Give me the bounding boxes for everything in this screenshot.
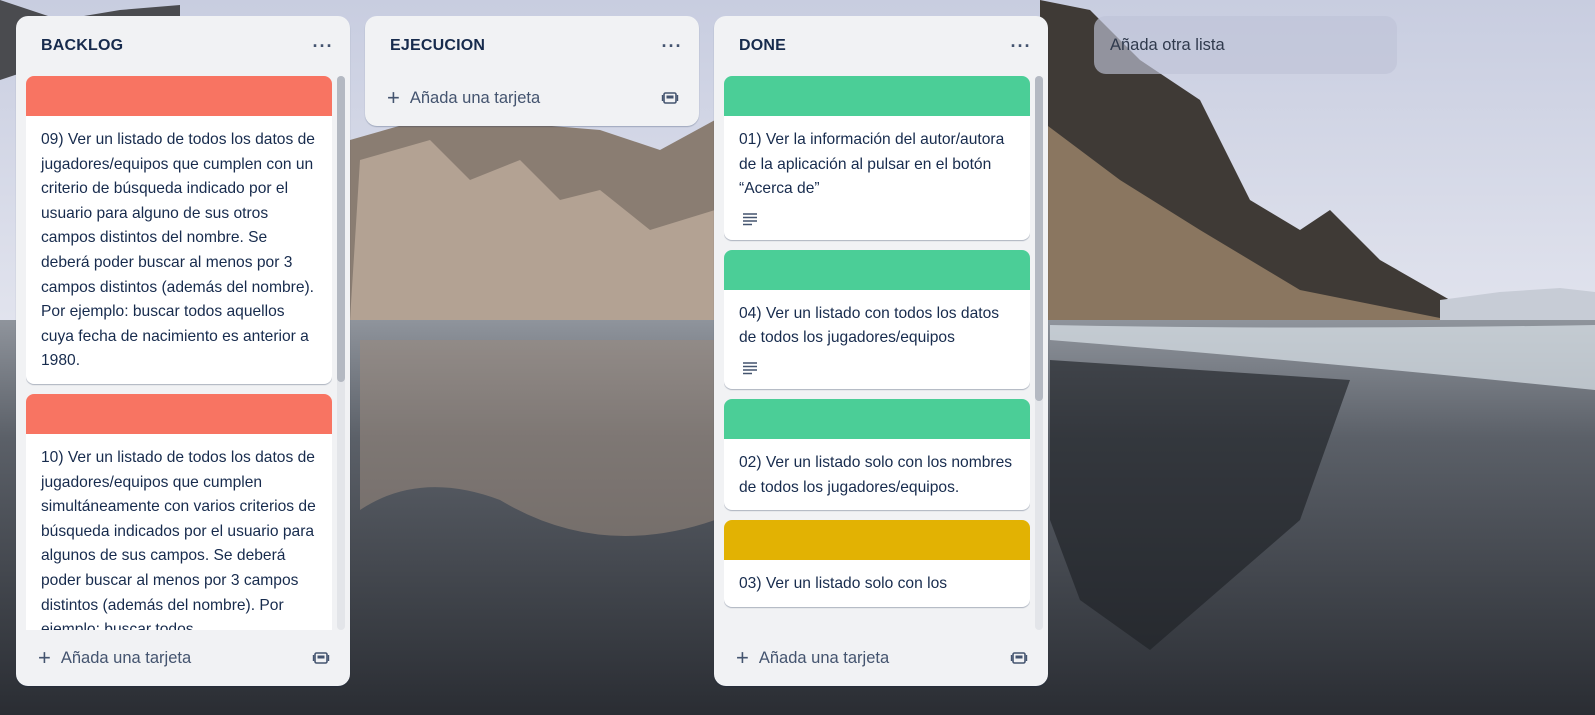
card[interactable]: 02) Ver un listado solo con los nombres … [724,398,1030,511]
plus-icon: + [387,85,400,110]
card-badges [724,212,1030,240]
card-container: 01) Ver la información del autor/autora … [724,76,1030,630]
template-icon[interactable] [312,649,330,667]
card-label-red [26,393,332,434]
card[interactable]: 10) Ver un listado de todos los datos de… [26,393,332,630]
card-label-green [724,398,1030,439]
list-menu-button[interactable]: ··· [310,36,336,57]
list-header: EJECUCION ··· [365,16,699,76]
add-card-label: Añada una tarjeta [758,648,890,667]
list-title[interactable]: EJECUCION [390,37,485,55]
list-title[interactable]: BACKLOG [41,37,123,55]
list-done: DONE ··· 01) Ver la información del auto… [714,16,1048,686]
card-label-yellow [724,520,1030,561]
plus-icon: + [38,645,51,670]
add-list-button[interactable]: Añada otra lista [1094,16,1397,74]
list-footer: + Añada una tarjeta [724,638,1038,678]
list-scrollbar[interactable] [337,76,345,630]
list-menu-button[interactable]: ··· [1008,36,1034,57]
template-icon[interactable] [1010,649,1028,667]
card-title: 02) Ver un listado solo con los nombres … [739,453,1013,496]
list-ejecucion: EJECUCION ··· + Añada una tarjeta [365,16,699,126]
card-title: 01) Ver la información del autor/autora … [739,131,1005,198]
list-backlog: BACKLOG ··· 09) Ver un listado de todos … [16,16,350,686]
list-title[interactable]: DONE [739,37,786,55]
list-menu-button[interactable]: ··· [659,36,685,57]
card-label-green [724,249,1030,290]
card[interactable]: 04) Ver un listado con todos los datos d… [724,249,1030,389]
list-scrollbar[interactable] [1035,76,1043,630]
card-label-green [724,76,1030,116]
scrollbar-thumb[interactable] [1035,76,1043,401]
list-footer: + Añada una tarjeta [26,638,340,678]
card-container: 09) Ver un listado de todos los datos de… [26,76,332,630]
card[interactable]: 09) Ver un listado de todos los datos de… [26,76,332,384]
description-icon [743,213,757,226]
add-card-button[interactable]: + Añada una tarjeta [736,647,889,669]
card-title: 03) Ver un listado solo con los [739,575,948,593]
add-list-label: Añada otra lista [1110,35,1225,54]
card-title: 09) Ver un listado de todos los datos de… [41,131,315,370]
description-icon [743,362,757,375]
add-card-label: Añada una tarjeta [409,88,541,107]
add-card-button[interactable]: + Añada una tarjeta [38,647,191,669]
card[interactable]: 01) Ver la información del autor/autora … [724,76,1030,240]
scrollbar-thumb[interactable] [337,76,345,382]
list-header: DONE ··· [714,16,1048,76]
card[interactable]: 03) Ver un listado solo con los [724,520,1030,607]
template-icon[interactable] [661,89,679,107]
list-header: BACKLOG ··· [16,16,350,76]
card-title: 04) Ver un listado con todos los datos d… [739,304,1000,347]
card-title: 10) Ver un listado de todos los datos de… [41,448,316,630]
add-card-button[interactable]: + Añada una tarjeta [387,87,540,109]
add-card-label: Añada una tarjeta [60,648,192,667]
card-badges [724,361,1030,389]
list-footer: + Añada una tarjeta [375,78,689,118]
plus-icon: + [736,645,749,670]
card-label-red [26,76,332,116]
